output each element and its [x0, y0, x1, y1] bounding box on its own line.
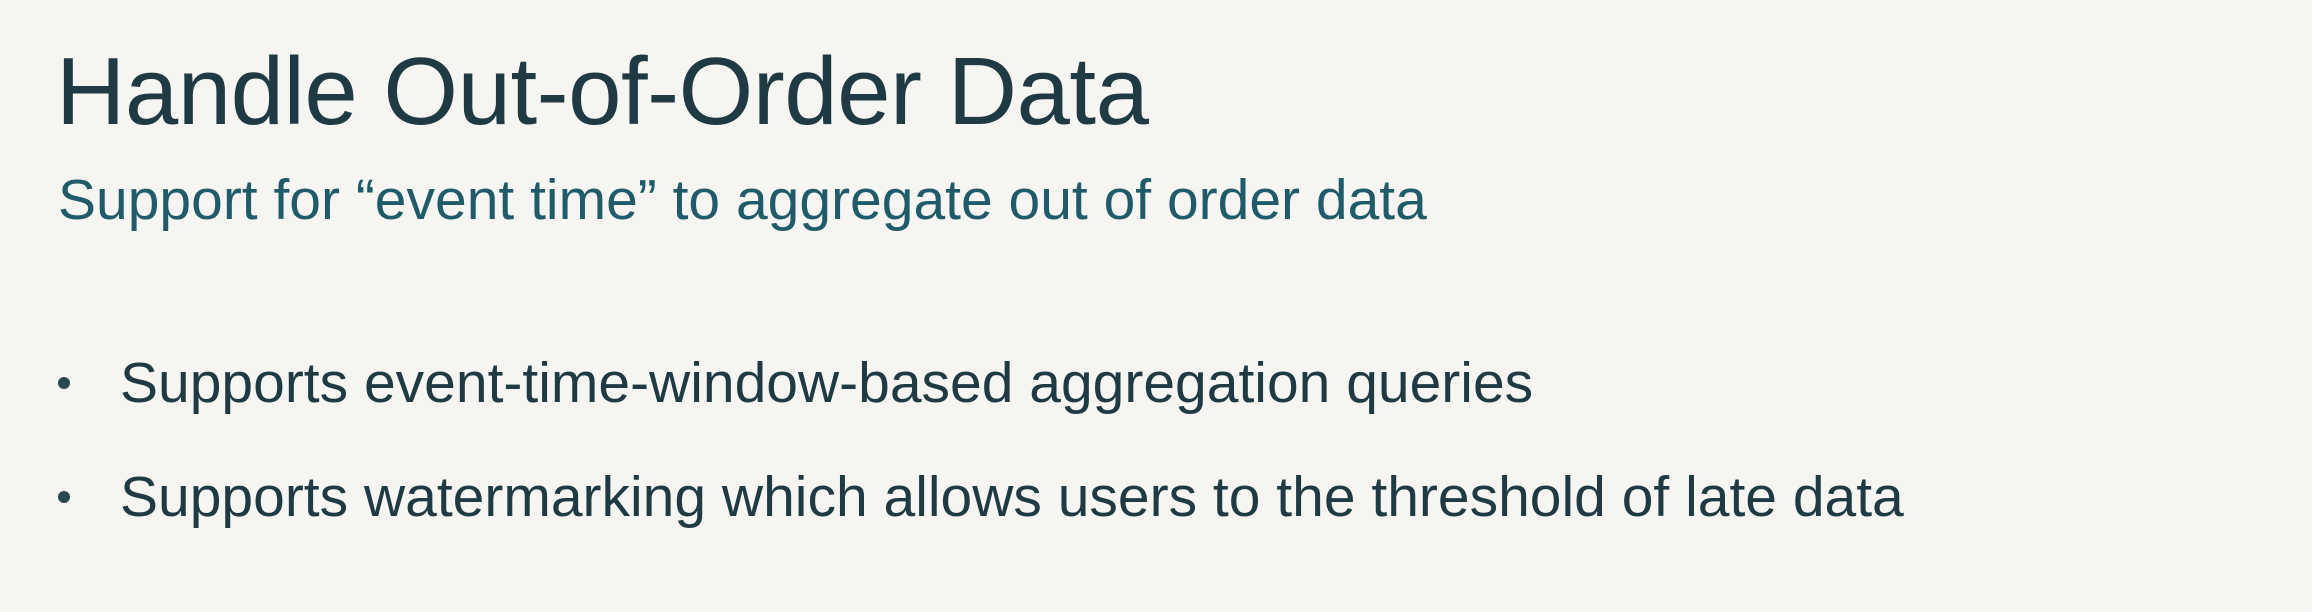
bullet-item-watermarking: Supports watermarking which allows users… — [58, 456, 1904, 538]
bullet-dot-icon — [58, 377, 70, 389]
bullet-text-watermarking: Supports watermarking which allows users… — [120, 464, 1904, 529]
presentation-slide: Handle Out-of-Order Data Support for “ev… — [0, 0, 2312, 612]
slide-subtitle: Support for “event time” to aggregate ou… — [58, 168, 1427, 232]
bullet-text-event-time-window: Supports event-time-window-based aggrega… — [120, 350, 1534, 415]
bullet-item-event-time-window: Supports event-time-window-based aggrega… — [58, 342, 1904, 424]
slide-title: Handle Out-of-Order Data — [56, 38, 1149, 145]
bullet-list: Supports event-time-window-based aggrega… — [58, 342, 1904, 570]
bullet-dot-icon — [58, 491, 70, 503]
